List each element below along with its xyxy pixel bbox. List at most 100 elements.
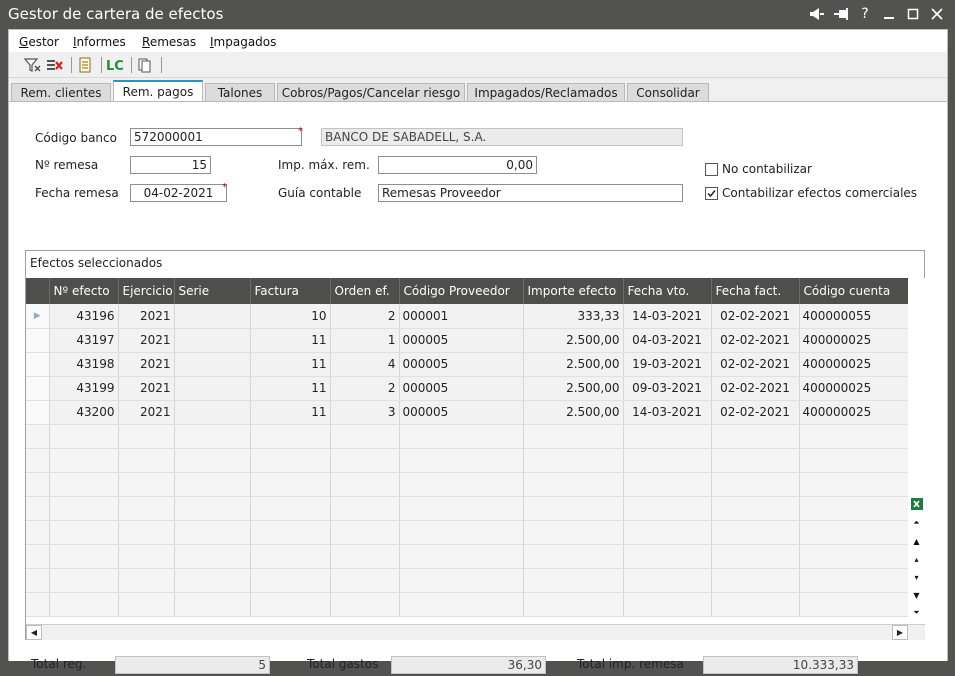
table-cell[interactable]: 2.500,00 [523, 328, 624, 353]
table-cell[interactable]: 43197 [49, 328, 119, 353]
lc-icon[interactable]: LC [105, 55, 125, 75]
first-row-icon[interactable]: ⏶ [909, 515, 924, 531]
column-header[interactable]: Serie [174, 278, 251, 304]
table-cell[interactable]: 400000025 [799, 400, 909, 425]
pin-icon[interactable] [831, 4, 851, 24]
copy-icon[interactable] [135, 55, 155, 75]
table-cell[interactable]: 02-02-2021 [711, 376, 800, 401]
table-cell[interactable]: 2.500,00 [523, 352, 624, 377]
table-cell[interactable]: 000005 [399, 352, 524, 377]
table-cell[interactable]: 000005 [399, 400, 524, 425]
table-cell[interactable]: 400000025 [799, 352, 909, 377]
table-cell[interactable]: 11 [250, 328, 331, 353]
table-cell[interactable]: 02-02-2021 [711, 328, 800, 353]
page-down-icon[interactable]: ▼ [909, 587, 924, 603]
table-row[interactable]: 43200 2021 11 3 000005 2.500,00 14-03-20… [26, 400, 909, 425]
column-header[interactable]: Fecha fact. [711, 278, 800, 304]
table-cell[interactable]: 10 [250, 304, 331, 329]
contabilizar-checkbox[interactable] [705, 187, 718, 200]
table-cell[interactable] [174, 352, 251, 377]
minimize-icon[interactable] [879, 4, 899, 24]
table-cell[interactable]: 400000055 [799, 304, 909, 329]
column-header[interactable]: Fecha vto. [623, 278, 712, 304]
row-down-icon[interactable]: ▾ [909, 569, 924, 585]
tab-cobros-pagos[interactable]: Cobros/Pagos/Cancelar riesgo [277, 83, 465, 102]
table-cell[interactable]: 14-03-2021 [623, 304, 712, 329]
menu-informes[interactable]: Informes [73, 35, 126, 49]
table-cell[interactable]: 02-02-2021 [711, 304, 800, 329]
table-cell[interactable] [174, 328, 251, 353]
table-cell[interactable]: 3 [330, 400, 400, 425]
announce-icon[interactable] [807, 4, 827, 24]
close-icon[interactable] [927, 4, 947, 24]
n-remesa-field[interactable]: 15 [130, 156, 211, 174]
column-header[interactable]: Nº efecto [49, 278, 119, 304]
table-cell[interactable]: 2021 [118, 304, 175, 329]
column-header[interactable]: Importe efecto [523, 278, 624, 304]
maximize-icon[interactable] [903, 4, 923, 24]
scroll-right-icon[interactable]: ▶ [892, 625, 908, 640]
menu-remesas[interactable]: Remesas [142, 35, 196, 49]
table-row[interactable]: 43198 2021 11 4 000005 2.500,00 19-03-20… [26, 352, 909, 377]
table-cell[interactable]: 43199 [49, 376, 119, 401]
guia-contable-field[interactable]: Remesas Proveedor [378, 184, 683, 202]
excel-export-icon[interactable] [909, 496, 924, 512]
horizontal-scrollbar[interactable]: ◀ ▶ [26, 624, 925, 640]
tab-impagados-reclamados[interactable]: Impagados/Reclamados [467, 83, 625, 102]
table-cell[interactable]: 2021 [118, 400, 175, 425]
table-cell[interactable]: 11 [250, 376, 331, 401]
table-cell[interactable]: 09-03-2021 [623, 376, 712, 401]
table-cell[interactable]: 43200 [49, 400, 119, 425]
table-cell[interactable]: 2021 [118, 376, 175, 401]
no-contabilizar-checkbox[interactable] [705, 163, 718, 176]
table-cell[interactable]: 02-02-2021 [711, 400, 800, 425]
table-cell[interactable]: 000005 [399, 376, 524, 401]
table-cell[interactable]: 19-03-2021 [623, 352, 712, 377]
scroll-left-icon[interactable]: ◀ [26, 625, 42, 640]
table-cell[interactable]: 2021 [118, 328, 175, 353]
table-cell[interactable]: 04-03-2021 [623, 328, 712, 353]
table-cell[interactable]: 2 [330, 376, 400, 401]
table-cell[interactable] [174, 400, 251, 425]
table-cell[interactable]: 14-03-2021 [623, 400, 712, 425]
table-row[interactable]: ▶ 43196 2021 10 2 000001 333,33 14-03-20… [26, 304, 909, 329]
table-cell[interactable]: 000001 [399, 304, 524, 329]
column-header[interactable]: Factura [250, 278, 331, 304]
table-cell[interactable]: 2.500,00 [523, 400, 624, 425]
menu-impagados[interactable]: Impagados [210, 35, 276, 49]
table-cell[interactable] [174, 376, 251, 401]
table-cell[interactable]: 43196 [49, 304, 119, 329]
last-row-icon[interactable]: ⏷ [909, 605, 924, 621]
table-cell[interactable]: 2 [330, 304, 400, 329]
table-cell[interactable]: 333,33 [523, 304, 624, 329]
table-cell[interactable]: 400000025 [799, 328, 909, 353]
column-header[interactable]: Ejercicio [118, 278, 175, 304]
column-header[interactable]: Código Proveedor [399, 278, 524, 304]
column-header[interactable]: Código cuenta [799, 278, 909, 304]
table-row[interactable]: 43197 2021 11 1 000005 2.500,00 04-03-20… [26, 328, 909, 353]
fecha-remesa-field[interactable]: 04-02-2021 [130, 184, 227, 202]
tab-talones[interactable]: Talones [205, 83, 275, 102]
table-cell[interactable]: 4 [330, 352, 400, 377]
filter-icon[interactable] [23, 55, 43, 75]
page-up-icon[interactable]: ▲ [909, 533, 924, 549]
codigo-banco-field[interactable]: 572000001 [130, 128, 302, 146]
table-cell[interactable] [174, 304, 251, 329]
row-up-icon[interactable]: ▴ [909, 551, 924, 567]
table-cell[interactable]: 43198 [49, 352, 119, 377]
table-cell[interactable]: 11 [250, 352, 331, 377]
tab-consolidar[interactable]: Consolidar [627, 83, 709, 102]
tab-rem-clientes[interactable]: Rem. clientes [11, 83, 111, 102]
table-cell[interactable]: 2.500,00 [523, 376, 624, 401]
table-cell[interactable]: 1 [330, 328, 400, 353]
column-header[interactable]: Orden ef. [330, 278, 400, 304]
table-cell[interactable]: 02-02-2021 [711, 352, 800, 377]
imp-max-field[interactable]: 0,00 [378, 156, 537, 174]
table-cell[interactable]: 11 [250, 400, 331, 425]
table-cell[interactable]: 400000025 [799, 376, 909, 401]
tab-rem-pagos[interactable]: Rem. pagos [113, 80, 203, 102]
document-icon[interactable] [75, 55, 95, 75]
table-cell[interactable]: 2021 [118, 352, 175, 377]
delete-icon[interactable] [45, 55, 65, 75]
table-cell[interactable]: 000005 [399, 328, 524, 353]
